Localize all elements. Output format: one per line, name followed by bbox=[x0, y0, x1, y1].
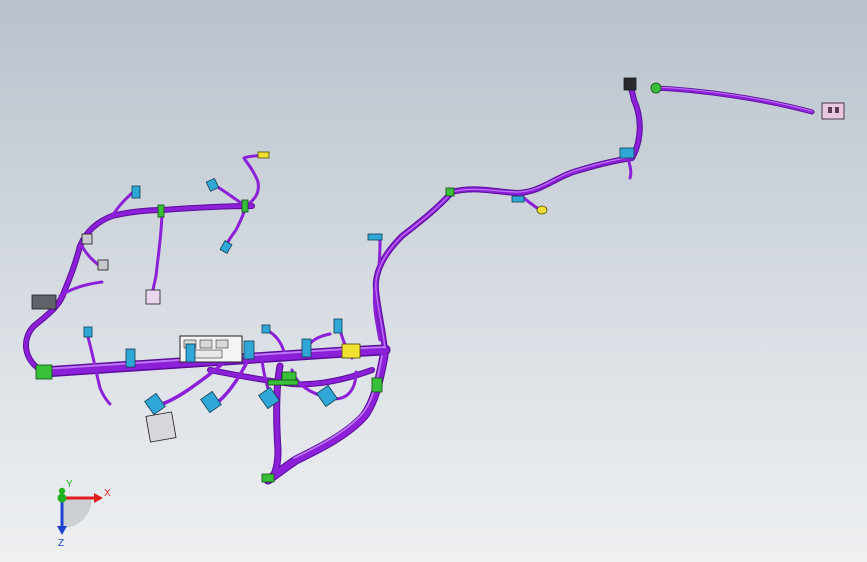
green-clip[interactable] bbox=[35, 82, 662, 483]
z-axis-label: Z bbox=[58, 538, 64, 548]
y-axis-label: Y bbox=[66, 479, 73, 490]
cad-viewport[interactable]: X Y Z bbox=[0, 0, 867, 562]
axis-triad: X Y Z bbox=[57, 479, 111, 548]
yellow-connector[interactable] bbox=[257, 151, 548, 359]
harness-bundle[interactable] bbox=[22, 81, 815, 485]
y-axis-marker bbox=[57, 487, 67, 503]
gray-connector[interactable] bbox=[31, 77, 637, 443]
x-axis-label: X bbox=[104, 488, 111, 499]
pink-end-connector[interactable] bbox=[821, 102, 845, 120]
wire-harness-model[interactable] bbox=[0, 0, 867, 562]
